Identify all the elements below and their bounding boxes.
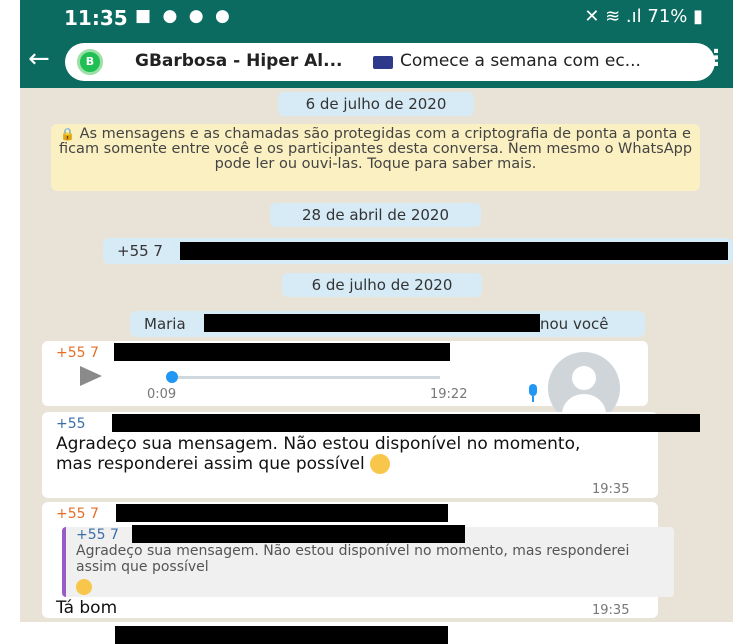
redaction-bar: [132, 525, 465, 543]
encryption-notice-text: As mensagens e as chamadas são protegida…: [58, 126, 693, 172]
flag-icon: [373, 56, 393, 69]
message-time: 19:22: [430, 387, 468, 402]
status-bar: 11:35 ■ ● ● ● ✕ ≋ .ıl 71% ▮: [20, 0, 733, 34]
audio-duration: 0:09: [147, 387, 177, 402]
redaction-bar: [180, 242, 728, 260]
redaction-bar: [116, 504, 448, 522]
system-message-name: Maria: [144, 315, 186, 333]
sender-name: +55: [56, 416, 86, 432]
arrow-left-icon[interactable]: ←: [28, 44, 50, 74]
date-divider: 28 de abril de 2020: [270, 203, 481, 227]
quoted-sender: +55 7: [76, 527, 119, 543]
whatsapp-screen: 11:35 ■ ● ● ● ✕ ≋ .ıl 71% ▮ ← B GBarbosa…: [20, 0, 733, 622]
sender-name: +55 7: [56, 345, 99, 361]
status-time: 11:35: [64, 6, 128, 30]
message-text: Agradeço sua mensagem. Não estou disponí…: [56, 434, 581, 474]
lock-icon: 🔒: [60, 127, 75, 141]
mic-icon: [529, 384, 537, 396]
smile-emoji-icon: [370, 454, 391, 474]
chat-header: ← B GBarbosa - Hiper Al... Comece a sema…: [20, 34, 733, 88]
play-icon[interactable]: [80, 366, 102, 386]
notification-icons: ■ ● ● ●: [135, 6, 233, 26]
sender-name: +55 7: [56, 506, 99, 522]
redaction-bar: [112, 414, 700, 432]
audio-seek-handle[interactable]: [166, 371, 178, 383]
system-message-text: nou você: [540, 315, 609, 333]
redaction-bar: [115, 626, 448, 644]
redaction-bar: [114, 343, 450, 361]
contact-status: Comece a semana com ec...: [400, 51, 641, 71]
message-text: Tá bom: [56, 598, 118, 618]
contact-logo: B: [77, 49, 103, 75]
audio-track[interactable]: [170, 376, 440, 379]
encryption-notice[interactable]: 🔒 As mensagens e as chamadas são protegi…: [51, 124, 700, 191]
message-time: 19:35: [592, 603, 630, 618]
contact-name[interactable]: GBarbosa - Hiper Al...: [135, 51, 343, 71]
contact-pill[interactable]: B GBarbosa - Hiper Al... Comece a semana…: [65, 43, 715, 81]
more-vert-icon[interactable]: ⋮: [705, 46, 727, 71]
message-time: 19:35: [592, 482, 630, 497]
status-indicators: ✕ ≋ .ıl 71% ▮: [584, 6, 703, 27]
system-message-text: +55 7: [117, 242, 163, 260]
date-divider: 6 de julho de 2020: [278, 92, 474, 116]
redaction-bar: [204, 314, 540, 332]
quoted-text: Agradeço sua mensagem. Não estou disponí…: [76, 543, 630, 575]
smile-emoji-icon: [76, 579, 92, 595]
date-divider: 6 de julho de 2020: [282, 273, 482, 297]
